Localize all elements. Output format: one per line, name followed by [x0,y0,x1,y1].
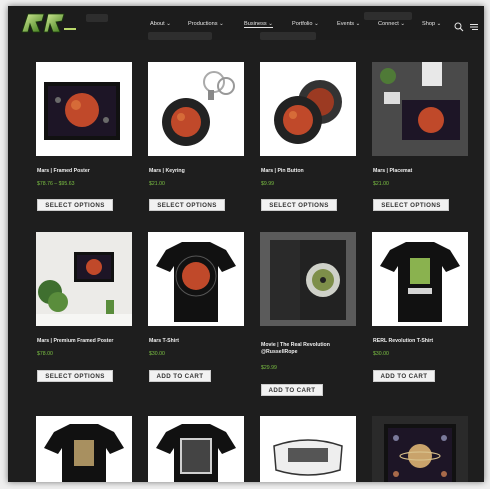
nav-productions[interactable]: Productions ⌄ [188,21,224,27]
product-price: $78.76 – $95.63 [37,181,75,187]
product-title[interactable]: Movie | The Real Revolution @RussellRope [261,342,349,356]
product-image[interactable] [36,62,132,156]
product-price: $9.99 [261,181,274,187]
product-image[interactable] [260,232,356,326]
ghost-header-block [86,14,108,22]
nav-portfolio[interactable]: Portfolio ⌄ [292,21,319,27]
product-title[interactable]: Mars | Premium Framed Poster [37,338,113,345]
product-image[interactable] [372,416,468,482]
product-title[interactable]: Mars | Pin Button [261,168,304,175]
ghost-header-block [364,12,412,20]
product-image[interactable] [148,232,244,326]
product-image[interactable] [372,232,468,326]
product-title[interactable]: RERL Revolution T-Shirt [373,338,433,345]
product-price: $21.00 [373,181,389,187]
site-header: About ⌄ Productions ⌄ Business ⌄ Portfol… [8,6,484,40]
product-image[interactable] [260,62,356,156]
product-image[interactable] [148,416,244,482]
menu-icon[interactable] [469,19,479,30]
product-price: $29.99 [261,365,277,371]
product-title[interactable]: Mars | Framed Poster [37,168,90,175]
ghost-header-block [148,32,212,40]
ghost-header-block [260,32,316,40]
nav-connect[interactable]: Connect ⌄ [378,21,405,27]
select-options-button[interactable]: SELECT OPTIONS [37,370,113,382]
site-logo[interactable] [18,10,78,36]
product-price: $21.00 [149,181,165,187]
product-image[interactable] [148,62,244,156]
add-to-cart-button[interactable]: ADD TO CART [149,370,211,382]
search-icon[interactable] [454,19,464,32]
nav-about[interactable]: About ⌄ [150,21,171,27]
product-image[interactable] [260,416,356,482]
product-image[interactable] [372,62,468,156]
product-price: $78.00 [37,351,53,357]
shop-page: About ⌄ Productions ⌄ Business ⌄ Portfol… [8,6,484,482]
nav-business[interactable]: Business ⌄ [244,21,273,28]
select-options-button[interactable]: SELECT OPTIONS [149,199,225,211]
add-to-cart-button[interactable]: ADD TO CART [261,384,323,396]
product-image[interactable] [36,232,132,326]
product-image[interactable] [36,416,132,482]
select-options-button[interactable]: SELECT OPTIONS [261,199,337,211]
product-title[interactable]: Mars | Placemat [373,168,412,175]
nav-shop[interactable]: Shop ⌄ [422,21,441,27]
product-title[interactable]: Mars T-Shirt [149,338,179,345]
product-price: $30.00 [373,351,389,357]
select-options-button[interactable]: SELECT OPTIONS [373,199,449,211]
product-price: $30.00 [149,351,165,357]
select-options-button[interactable]: SELECT OPTIONS [37,199,113,211]
logo-icon [21,13,76,33]
product-title[interactable]: Mars | Keyring [149,168,185,175]
add-to-cart-button[interactable]: ADD TO CART [373,370,435,382]
nav-events[interactable]: Events ⌄ [337,21,360,27]
